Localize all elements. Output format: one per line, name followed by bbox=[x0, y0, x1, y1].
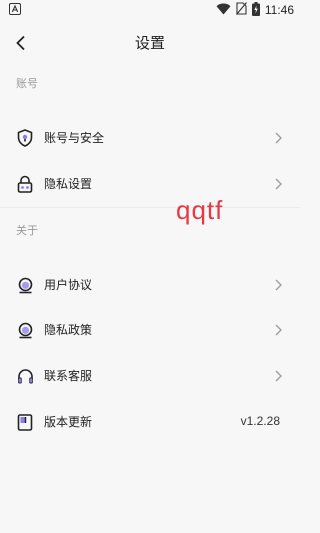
status-time: 11:46 bbox=[264, 3, 294, 17]
chevron-right-icon bbox=[275, 132, 282, 144]
section-label-account: 账号 bbox=[16, 78, 38, 90]
shield-icon bbox=[16, 129, 34, 147]
list-item-label: 版本更新 bbox=[44, 415, 93, 429]
wifi-icon bbox=[216, 3, 231, 18]
battery-charging-icon bbox=[251, 1, 260, 19]
settings-screen: 11:46 设置 账号 账号与安全 隐私设置 关于 用户协议 隐私政策 联系客服… bbox=[0, 0, 300, 533]
sphere-icon bbox=[16, 276, 34, 294]
section-divider bbox=[0, 207, 300, 208]
chevron-right-icon bbox=[275, 279, 282, 291]
list-item-version-update[interactable]: 版本更新 v1.2.28 bbox=[0, 400, 300, 444]
chevron-right-icon bbox=[275, 178, 282, 190]
list-item-label: 联系客服 bbox=[44, 369, 93, 383]
list-item-account-security[interactable]: 账号与安全 bbox=[0, 116, 300, 160]
update-box-icon bbox=[16, 413, 34, 431]
list-item-label: 隐私设置 bbox=[44, 177, 93, 191]
page-title: 设置 bbox=[134, 35, 165, 52]
list-item-user-agreement[interactable]: 用户协议 bbox=[0, 263, 300, 307]
chevron-right-icon bbox=[275, 370, 282, 382]
status-bar: 11:46 bbox=[0, 0, 300, 20]
nav-bar: 设置 bbox=[0, 20, 300, 68]
overlay-text: qqtf bbox=[176, 195, 224, 225]
list-item-label: 账号与安全 bbox=[44, 131, 105, 145]
no-sim-icon bbox=[235, 2, 247, 18]
list-item-privacy-policy[interactable]: 隐私政策 bbox=[0, 308, 300, 352]
version-value: v1.2.28 bbox=[240, 414, 280, 428]
headset-icon bbox=[16, 367, 34, 385]
notification-a-icon bbox=[9, 3, 21, 15]
chevron-right-icon bbox=[275, 324, 282, 336]
list-item-privacy-settings[interactable]: 隐私设置 bbox=[0, 162, 300, 206]
list-item-label: 用户协议 bbox=[44, 278, 93, 292]
status-icons: 11:46 bbox=[216, 1, 294, 19]
section-label-about: 关于 bbox=[16, 225, 38, 237]
list-item-label: 隐私政策 bbox=[44, 323, 93, 337]
lock-icon bbox=[16, 175, 34, 193]
sphere-icon bbox=[16, 321, 34, 339]
list-item-contact-support[interactable]: 联系客服 bbox=[0, 354, 300, 398]
